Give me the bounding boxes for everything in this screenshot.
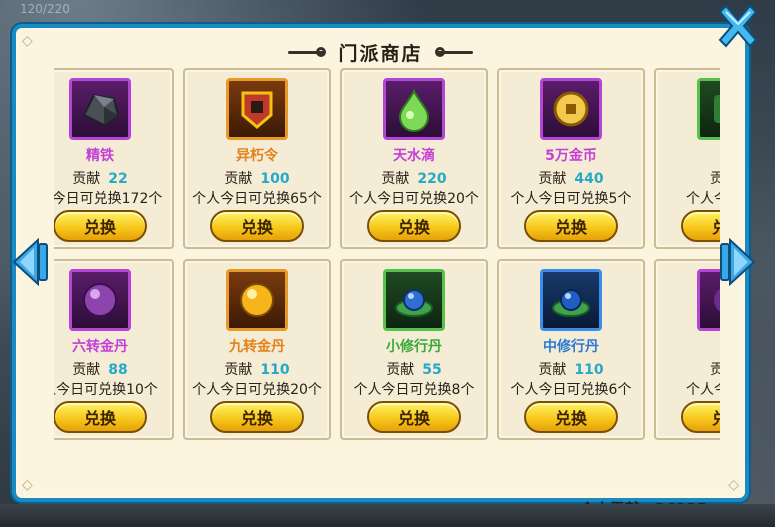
next-page-arrow-icon[interactable] xyxy=(718,236,758,288)
price-value: 440 xyxy=(574,171,604,187)
exchange-button[interactable]: 兑换 xyxy=(367,401,461,433)
shop-item-track: 精铁贡献22人今日可兑换172个兑换异朽令贡献100个人今日可兑换65个兑换天水… xyxy=(54,68,720,456)
large-pill-icon[interactable] xyxy=(697,269,720,331)
sect-shop-panel: ◇ ◇ ◇ 门派商店 精铁贡献22人今日可兑换172个兑换异朽令贡献100个人今… xyxy=(12,24,749,518)
price-value: 100 xyxy=(260,171,290,187)
green-item-icon[interactable] xyxy=(697,78,720,140)
item-price: 贡献 55 xyxy=(342,359,486,379)
item-name: 天水滴 xyxy=(393,148,435,164)
item-name: 一 xyxy=(656,145,720,165)
price-value: 88 xyxy=(108,362,128,378)
item-price: 贡献 xyxy=(656,359,720,379)
price-label: 贡献 xyxy=(72,362,101,378)
price-label: 贡献 xyxy=(538,362,567,378)
shop-item-card: 天水滴贡献 220 个人今日可兑换20个兑换 xyxy=(340,68,488,249)
price-label: 贡献 xyxy=(538,171,567,187)
exchange-button[interactable]: 兑换 xyxy=(367,210,461,242)
exchange-button[interactable]: 兑换 xyxy=(681,401,720,433)
item-name: 六转金丹 xyxy=(72,339,128,355)
item-price: 贡献 110 xyxy=(185,359,329,379)
gold-pill-icon[interactable] xyxy=(226,269,288,331)
exchange-button[interactable]: 兑换 xyxy=(210,401,304,433)
previous-page-arrow-icon[interactable] xyxy=(10,236,50,288)
shop-item-card: 九转金丹贡献 110 个人今日可兑换20个兑换 xyxy=(183,259,331,440)
item-price: 贡献 88 xyxy=(54,359,172,379)
shop-item-card: 六转金丹贡献 88 人今日可兑换10个兑换 xyxy=(54,259,174,440)
bottom-hud-strip xyxy=(0,504,775,527)
daily-limit: 个人今日可兑换20个 xyxy=(349,191,479,207)
daily-limit: 个人今日可兑换5个 xyxy=(510,191,632,207)
daily-limit: 个人今日可兑换8个 xyxy=(353,382,475,398)
medium-cultivation-pill-icon[interactable] xyxy=(540,269,602,331)
price-value: 110 xyxy=(574,362,604,378)
exchange-button[interactable]: 兑换 xyxy=(524,210,618,242)
price-label: 贡献 xyxy=(710,171,720,187)
top-status-text: 120/220 xyxy=(20,2,70,16)
daily-limit: 人今日可兑换10个 xyxy=(54,382,158,398)
daily-limit: 个人今日可兑换6个 xyxy=(510,382,632,398)
shop-item-card: 大贡献个人今日可兑兑换 xyxy=(654,259,720,440)
shop-item-card: 异朽令贡献 100 个人今日可兑换65个兑换 xyxy=(183,68,331,249)
shop-item-grid[interactable]: 精铁贡献22人今日可兑换172个兑换异朽令贡献100个人今日可兑换65个兑换天水… xyxy=(54,68,720,456)
daily-limit: 个人今日可兑 xyxy=(686,191,720,207)
daily-limit: 个人今日可兑换65个 xyxy=(192,191,322,207)
item-name: 精铁 xyxy=(86,148,114,164)
daily-limit: 个人今日可兑换20个 xyxy=(192,382,322,398)
exchange-button[interactable]: 兑换 xyxy=(54,401,147,433)
close-icon[interactable] xyxy=(714,2,762,50)
exchange-button[interactable]: 兑换 xyxy=(210,210,304,242)
corner-ornament-icon: ◇ xyxy=(22,477,33,493)
item-price: 贡献 110 xyxy=(499,359,643,379)
price-label: 贡献 xyxy=(710,362,720,378)
item-price: 贡献 440 xyxy=(499,168,643,188)
shop-item-card: 中修行丹贡献 110 个人今日可兑换6个兑换 xyxy=(497,259,645,440)
gold-coin-icon[interactable] xyxy=(540,78,602,140)
shop-item-card: 精铁贡献 22 人今日可兑换172个兑换 xyxy=(54,68,174,249)
price-value: 55 xyxy=(422,362,442,378)
item-name: 中修行丹 xyxy=(543,339,599,355)
iron-ore-icon[interactable] xyxy=(69,78,131,140)
item-name: 大 xyxy=(656,336,720,356)
price-label: 贡献 xyxy=(224,362,253,378)
exchange-button[interactable]: 兑换 xyxy=(54,210,147,242)
item-name: 九转金丹 xyxy=(229,339,285,355)
price-value: 220 xyxy=(417,171,447,187)
daily-limit: 人今日可兑换172个 xyxy=(54,191,163,207)
exchange-button[interactable]: 兑换 xyxy=(524,401,618,433)
title-ornament-left-icon xyxy=(288,47,327,57)
exchange-button[interactable]: 兑换 xyxy=(681,210,720,242)
water-drop-icon[interactable] xyxy=(383,78,445,140)
item-price: 贡献 100 xyxy=(185,168,329,188)
item-name: 5万金币 xyxy=(545,148,597,164)
item-name: 小修行丹 xyxy=(386,339,442,355)
price-label: 贡献 xyxy=(386,362,415,378)
purple-pill-icon[interactable] xyxy=(69,269,131,331)
title-ornament-right-icon xyxy=(434,47,473,57)
item-name: 异朽令 xyxy=(236,148,278,164)
item-price: 贡献 xyxy=(656,168,720,188)
shop-item-card: 一贡献个人今日可兑兑换 xyxy=(654,68,720,249)
title-bar: 门派商店 xyxy=(16,38,745,66)
small-cultivation-pill-icon[interactable] xyxy=(383,269,445,331)
price-label: 贡献 xyxy=(381,171,410,187)
price-label: 贡献 xyxy=(72,171,101,187)
shop-item-card: 5万金币贡献 440 个人今日可兑换5个兑换 xyxy=(497,68,645,249)
token-badge-icon[interactable] xyxy=(226,78,288,140)
price-value: 110 xyxy=(260,362,290,378)
price-label: 贡献 xyxy=(224,171,253,187)
price-value: 22 xyxy=(108,171,128,187)
page-title: 门派商店 xyxy=(338,42,423,65)
daily-limit: 个人今日可兑 xyxy=(686,382,720,398)
item-price: 贡献 220 xyxy=(342,168,486,188)
item-price: 贡献 22 xyxy=(54,168,172,188)
shop-item-card: 小修行丹贡献 55 个人今日可兑换8个兑换 xyxy=(340,259,488,440)
corner-ornament-icon: ◇ xyxy=(728,477,739,493)
